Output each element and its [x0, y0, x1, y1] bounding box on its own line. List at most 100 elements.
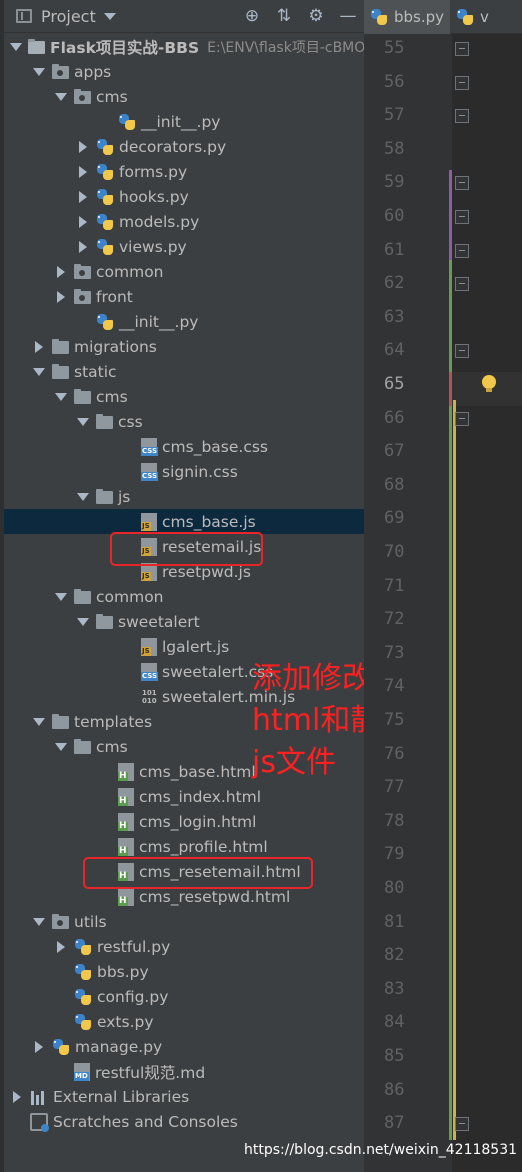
- chevron-right-icon[interactable]: [76, 240, 90, 254]
- css-file-icon: CSS: [141, 437, 159, 456]
- scratches-icon: [30, 1112, 49, 1132]
- tab-bbs-py[interactable]: bbs.py: [364, 0, 451, 34]
- tree-item[interactable]: __init__.py: [4, 309, 364, 334]
- fold-marker-icon[interactable]: [455, 411, 469, 426]
- tree-item[interactable]: exts.py: [4, 1009, 364, 1034]
- fold-marker-icon[interactable]: [455, 176, 469, 191]
- html-file-icon: H: [118, 787, 134, 806]
- fold-marker-icon[interactable]: [455, 1117, 469, 1132]
- chevron-down-icon[interactable]: [54, 90, 68, 104]
- folder-icon: [96, 489, 113, 504]
- tree-item[interactable]: bbs.py: [4, 959, 364, 984]
- chevron-down-icon[interactable]: [76, 415, 90, 429]
- project-icon: [16, 9, 32, 23]
- chevron-down-icon[interactable]: [103, 12, 116, 20]
- tree-item[interactable]: sweetalert: [4, 609, 364, 634]
- chevron-right-icon[interactable]: [32, 340, 46, 354]
- chevron-down-icon[interactable]: [76, 615, 90, 629]
- fold-marker-icon[interactable]: [455, 109, 469, 124]
- tree-item[interactable]: __init__.py: [4, 109, 364, 134]
- tree-item[interactable]: Hcms_profile.html: [4, 834, 364, 859]
- code-editor[interactable]: [452, 34, 522, 1172]
- chevron-right-icon[interactable]: [76, 140, 90, 154]
- chevron-down-icon[interactable]: [32, 365, 46, 379]
- tree-item-label: hooks.py: [119, 187, 189, 206]
- js-file-icon: JS: [141, 512, 157, 531]
- chevron-down-icon[interactable]: [54, 740, 68, 754]
- folder-icon: [74, 389, 91, 404]
- tree-item[interactable]: css: [4, 409, 364, 434]
- fold-marker-icon[interactable]: [455, 210, 469, 224]
- tree-item[interactable]: apps: [4, 59, 364, 84]
- tree-item[interactable]: forms.py: [4, 159, 364, 184]
- chevron-right-icon[interactable]: [76, 165, 90, 179]
- chevron-down-icon[interactable]: [32, 915, 46, 929]
- tree-item[interactable]: migrations: [4, 334, 364, 359]
- line-number: 63: [384, 306, 405, 327]
- markdown-file-icon: MD: [74, 1062, 90, 1081]
- chevron-right-icon[interactable]: [54, 940, 68, 954]
- tree-item[interactable]: hooks.py: [4, 184, 364, 209]
- tree-item-label: cms_profile.html: [139, 837, 268, 856]
- chevron-right-icon[interactable]: [54, 265, 68, 279]
- tree-item[interactable]: Hcms_index.html: [4, 784, 364, 809]
- chevron-right-icon[interactable]: [76, 215, 90, 229]
- fold-marker-icon[interactable]: [455, 243, 469, 258]
- minimize-icon[interactable]: —: [338, 6, 358, 26]
- tree-item[interactable]: Scratches and Consoles: [4, 1109, 364, 1134]
- tree-item[interactable]: front: [4, 284, 364, 309]
- project-panel-title[interactable]: Project: [41, 7, 96, 26]
- tree-item[interactable]: CSS signin.css: [4, 459, 364, 484]
- tree-item[interactable]: JS cms_base.js: [4, 509, 364, 534]
- globe-icon[interactable]: ⊕: [242, 6, 262, 26]
- chevron-down-icon[interactable]: [76, 490, 90, 504]
- tree-item[interactable]: JS lgalert.js: [4, 634, 364, 659]
- python-file-icon: [96, 188, 114, 206]
- tree-item[interactable]: utils: [4, 909, 364, 934]
- line-number: 60: [384, 206, 405, 226]
- tree-item[interactable]: CSS cms_base.css: [4, 434, 364, 459]
- collapse-icon[interactable]: ⇅: [274, 6, 294, 26]
- tree-item[interactable]: decorators.py: [4, 134, 364, 159]
- tree-item[interactable]: manage.py: [4, 1034, 364, 1059]
- line-number: 71: [384, 575, 405, 596]
- chevron-down-icon[interactable]: [54, 590, 68, 604]
- chevron-right-icon[interactable]: [32, 1040, 46, 1054]
- tree-item-label: common: [96, 262, 164, 281]
- fold-marker-icon[interactable]: [455, 42, 469, 56]
- tree-item[interactable]: config.py: [4, 984, 364, 1009]
- line-number: 82: [384, 945, 405, 966]
- chevron-right-icon[interactable]: [54, 290, 68, 304]
- chevron-down-icon[interactable]: [32, 65, 46, 79]
- tree-item[interactable]: js: [4, 484, 364, 509]
- fold-marker-icon[interactable]: [455, 75, 469, 90]
- line-number: 58: [384, 138, 405, 159]
- chevron-down-icon[interactable]: [54, 390, 68, 404]
- tab-v[interactable]: v: [450, 0, 495, 34]
- tree-item[interactable]: External Libraries: [4, 1084, 364, 1109]
- tree-item[interactable]: cms: [4, 84, 364, 109]
- chevron-right-icon[interactable]: [76, 190, 90, 204]
- tree-item[interactable]: MD restful规范.md: [4, 1059, 364, 1084]
- tree-item[interactable]: models.py: [4, 209, 364, 234]
- chevron-down-icon[interactable]: [32, 715, 46, 729]
- lightbulb-icon[interactable]: [482, 375, 496, 392]
- tree-item[interactable]: views.py: [4, 234, 364, 259]
- chevron-down-icon[interactable]: [10, 40, 22, 54]
- tree-item-label: config.py: [97, 987, 169, 1006]
- tree-item[interactable]: common: [4, 259, 364, 284]
- fold-marker-icon[interactable]: [455, 277, 469, 292]
- header-toolbar: ⊕ ⇅ ⚙ —: [242, 6, 358, 26]
- tree-item-label: cms_base.js: [162, 512, 256, 531]
- tree-item[interactable]: static: [4, 359, 364, 384]
- fold-marker-icon[interactable]: [455, 344, 469, 359]
- tree-item-label: common: [96, 587, 164, 606]
- tree-item[interactable]: Hcms_login.html: [4, 809, 364, 834]
- tree-item[interactable]: common: [4, 584, 364, 609]
- chevron-right-icon[interactable]: [10, 1090, 24, 1104]
- tree-item[interactable]: Flask项目实战-BBS E:\ENV\flask项目-cBMOs: [4, 34, 364, 59]
- gear-icon[interactable]: ⚙: [306, 6, 326, 26]
- tree-item[interactable]: restful.py: [4, 934, 364, 959]
- line-number: 59: [384, 172, 405, 193]
- tree-item[interactable]: cms: [4, 384, 364, 409]
